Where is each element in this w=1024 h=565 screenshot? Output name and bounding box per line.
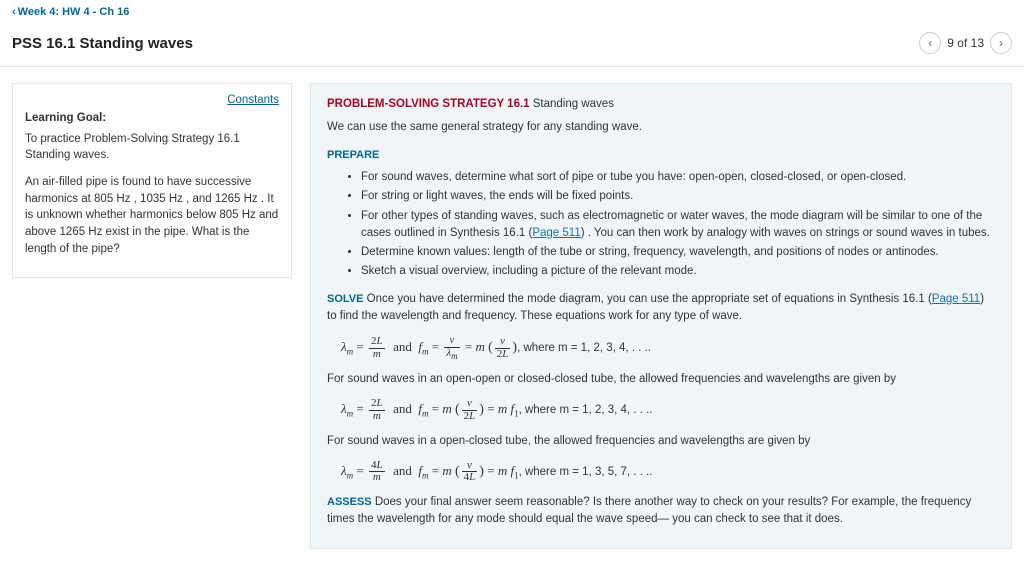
list-item: Determine known values: length of the tu… — [361, 244, 995, 261]
assess-para: ASSESS Does your final answer seem reaso… — [327, 494, 995, 529]
strategy-heading: PROBLEM-SOLVING STRATEGY 16.1 Standing w… — [327, 96, 995, 113]
pager: ‹ 9 of 13 › — [919, 32, 1012, 54]
title-bar: PSS 16.1 Standing waves ‹ 9 of 13 › — [0, 24, 1024, 67]
learning-goal-heading: Learning Goal: — [25, 110, 279, 127]
solve-label: SOLVE — [327, 293, 363, 305]
openopen-text: For sound waves in an open-open or close… — [327, 371, 995, 388]
list-item: For sound waves, determine what sort of … — [361, 169, 995, 186]
strategy-heading-red: PROBLEM-SOLVING STRATEGY 16.1 — [327, 98, 530, 110]
page-title: PSS 16.1 Standing waves — [12, 35, 193, 52]
learning-goal-panel: Constants Learning Goal: To practice Pro… — [12, 83, 292, 278]
equation-general: λm = 2Lm and fm = vλm = m (v2L), where m… — [341, 335, 995, 361]
learning-goal-body: To practice Problem-Solving Strategy 16.… — [25, 131, 279, 164]
next-button[interactable]: › — [990, 32, 1012, 54]
list-item: For string or light waves, the ends will… — [361, 188, 995, 205]
page-link[interactable]: Page 511 — [532, 227, 580, 239]
list-item: For other types of standing waves, such … — [361, 208, 995, 243]
prepare-label: PREPARE — [327, 147, 995, 164]
constants-link[interactable]: Constants — [227, 92, 279, 109]
chevron-left-icon: ‹ — [12, 6, 16, 18]
breadcrumb-back[interactable]: ‹Week 4: HW 4 - Ch 16 — [0, 0, 1024, 24]
solve-para: SOLVE Once you have determined the mode … — [327, 291, 995, 326]
strategy-intro: We can use the same general strategy for… — [327, 119, 995, 136]
breadcrumb-label: Week 4: HW 4 - Ch 16 — [18, 6, 130, 18]
problem-statement: An air-filled pipe is found to have succ… — [25, 174, 279, 257]
pager-label: 9 of 13 — [947, 36, 984, 50]
assess-label: ASSESS — [327, 496, 372, 508]
list-item: Sketch a visual overview, including a pi… — [361, 263, 995, 280]
prepare-list: For sound waves, determine what sort of … — [361, 169, 995, 281]
openclosed-text: For sound waves in a open-closed tube, t… — [327, 433, 995, 450]
equation-openclosed: λm = 4Lm and fm = m (v4L) = m f1, where … — [341, 460, 995, 484]
strategy-panel: PROBLEM-SOLVING STRATEGY 16.1 Standing w… — [310, 83, 1012, 549]
prev-button[interactable]: ‹ — [919, 32, 941, 54]
page-link-2[interactable]: Page 511 — [932, 293, 980, 305]
equation-openopen: λm = 2Lm and fm = m (v2L) = m f1, where … — [341, 398, 995, 422]
strategy-heading-rest: Standing waves — [530, 98, 614, 110]
content: Constants Learning Goal: To practice Pro… — [0, 67, 1024, 565]
